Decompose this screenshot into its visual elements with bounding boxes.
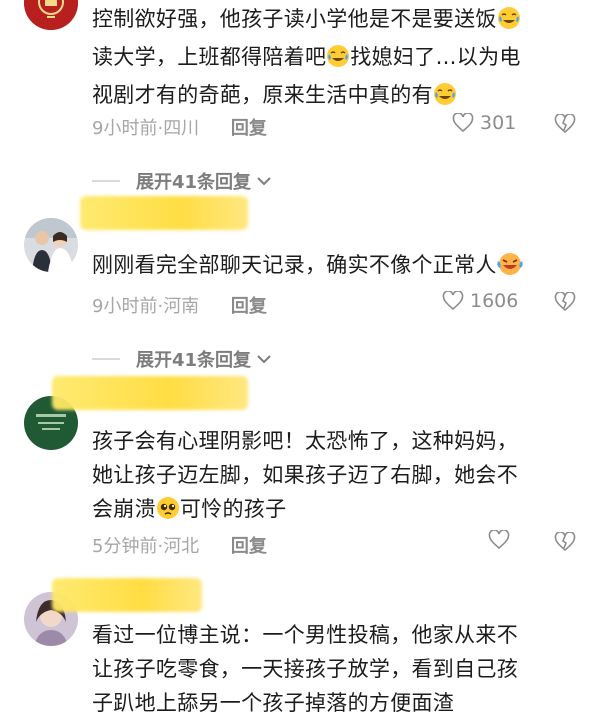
avatar[interactable] xyxy=(24,0,78,30)
comment-text: 看过一位博主说：一个男性投稿，他家从来不 让孩子吃零食，一天接孩子放学，看到自己… xyxy=(92,618,584,720)
heart-outline-icon xyxy=(442,291,464,311)
comment-location: 河北 xyxy=(163,536,200,557)
tears-of-joy-emoji-icon xyxy=(326,44,350,78)
avatar-photo-icon xyxy=(24,218,78,272)
like-button[interactable]: 1606 xyxy=(442,290,518,312)
comment-text: 控制欲好强，他孩子读小学他是不是要送饭 读大学，上班都得陪着吧 找媳妇了…以为电 … xyxy=(92,2,584,116)
tears-of-joy-emoji-icon xyxy=(497,6,521,40)
heart-outline-icon xyxy=(452,113,474,133)
blurred-username xyxy=(52,376,248,410)
chevron-down-icon xyxy=(257,355,271,364)
comment-text: 刚刚看完全部聊天记录，确实不像个正常人 xyxy=(92,248,584,286)
dislike-button[interactable] xyxy=(554,291,576,316)
broken-heart-icon xyxy=(554,291,576,312)
comment-meta: 9小时前·河南 回复 xyxy=(92,292,267,318)
comment-time: 5分钟前 xyxy=(92,536,158,557)
comment-text-line: 可怜的孩子 xyxy=(179,497,287,521)
comment-text-line: 会崩溃 xyxy=(92,497,156,521)
blurred-username xyxy=(52,578,202,612)
expand-replies-label: 展开41条回复 xyxy=(136,172,252,193)
comment-location: 四川 xyxy=(163,118,200,139)
comment-text-line: 孩子会有心理阴影吧！太恐怖了，这种妈妈， xyxy=(92,429,518,453)
broken-heart-icon xyxy=(554,113,576,134)
expand-replies-button[interactable]: 展开41条回复 xyxy=(92,168,273,194)
reply-button[interactable]: 回复 xyxy=(231,296,267,317)
like-count: 301 xyxy=(480,112,517,134)
broken-heart-icon xyxy=(554,531,576,552)
comment-text-line: 找媳妇了…以为电 xyxy=(350,45,521,69)
comment-time: 9小时前 xyxy=(92,118,158,139)
like-button[interactable] xyxy=(488,530,516,550)
divider xyxy=(92,180,120,182)
reply-button[interactable]: 回复 xyxy=(231,118,267,139)
blurred-username xyxy=(80,196,248,230)
comment-text-line: 她让孩子迈左脚，如果孩子迈了右脚，她会不 xyxy=(92,463,518,487)
comment-location: 河南 xyxy=(163,296,200,317)
heart-outline-icon xyxy=(488,530,510,550)
comment-text-line: 视剧才有的奇葩，原来生活中真的有 xyxy=(92,83,433,107)
comment-time: 9小时前 xyxy=(92,296,158,317)
reply-button[interactable]: 回复 xyxy=(231,536,267,557)
comment-text-line: 刚刚看完全部聊天记录，确实不像个正常人 xyxy=(92,253,497,277)
dislike-button[interactable] xyxy=(554,531,576,556)
tears-of-joy-emoji-icon xyxy=(433,82,457,116)
comment-text-line: 控制欲好强，他孩子读小学他是不是要送饭 xyxy=(92,7,497,31)
comment-text-line: 读大学，上班都得陪着吧 xyxy=(92,45,327,69)
like-button[interactable]: 301 xyxy=(452,112,516,134)
avatar[interactable] xyxy=(24,218,78,272)
comment-meta: 5分钟前·河北 回复 xyxy=(92,532,267,558)
chevron-down-icon xyxy=(257,177,271,186)
pleading-face-emoji-icon xyxy=(156,496,180,530)
expand-replies-label: 展开41条回复 xyxy=(136,350,252,371)
expand-replies-button[interactable]: 展开41条回复 xyxy=(92,346,273,372)
dislike-button[interactable] xyxy=(554,113,576,138)
comment-text-line: 看过一位博主说：一个男性投稿，他家从来不 xyxy=(92,623,518,647)
comment-text: 孩子会有心理阴影吧！太恐怖了，这种妈妈， 她让孩子迈左脚，如果孩子迈了右脚，她会… xyxy=(92,424,584,530)
avatar-logo-icon xyxy=(24,0,78,30)
comment-text-line: 让孩子吃零食，一天接孩子放学，看到自己孩 xyxy=(92,657,518,681)
tears-of-joy-emoji-icon xyxy=(497,252,523,286)
divider xyxy=(92,358,120,360)
comment-text-line: 子趴地上舔另一个孩子掉落的方便面渣 xyxy=(92,691,455,715)
comment-meta: 9小时前·四川 回复 xyxy=(92,114,267,140)
like-count: 1606 xyxy=(470,290,519,312)
